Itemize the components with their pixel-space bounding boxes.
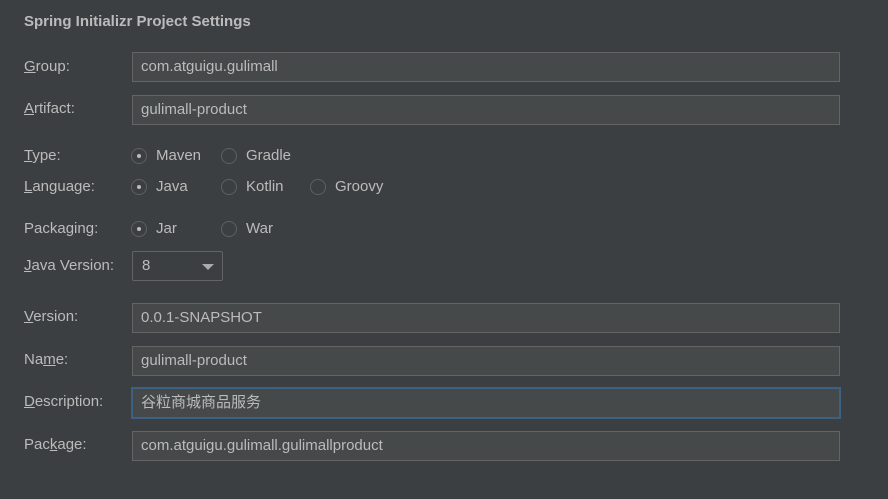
mnemonic: V [24, 308, 34, 325]
mnemonic: G [24, 58, 36, 75]
radio-icon [221, 148, 237, 164]
packaging-label: Packaging: [24, 219, 98, 239]
java-version-value: 8 [142, 257, 151, 274]
type-label: Type: [24, 146, 61, 166]
artifact-label: Artifact: [24, 99, 75, 119]
radio-label: Jar [156, 220, 177, 237]
mnemonic: m [43, 351, 56, 368]
label-part: ava Version: [31, 257, 115, 274]
label-part: Packa [24, 220, 66, 237]
mnemonic: g [65, 220, 75, 237]
radio-label: Groovy [335, 178, 384, 195]
name-label: Name: [24, 350, 68, 370]
radio-label: Maven [156, 147, 202, 164]
label-part: anguage: [32, 178, 95, 195]
radio-selected-icon [131, 148, 147, 164]
package-label: Package: [24, 435, 87, 455]
version-label: Version: [24, 307, 78, 327]
radio-icon [221, 179, 237, 195]
label-part: Pac [24, 436, 50, 453]
package-input[interactable] [132, 431, 840, 461]
mnemonic: A [24, 100, 35, 117]
label-part: ing: [74, 220, 99, 237]
version-input[interactable] [132, 303, 840, 333]
label-part: e: [55, 351, 69, 368]
radio-selected-icon [131, 179, 147, 195]
java-version-label: Java Version: [24, 256, 114, 276]
artifact-input[interactable] [132, 95, 840, 125]
radio-maven[interactable]: Maven [131, 146, 201, 166]
radio-gradle[interactable]: Gradle [221, 146, 291, 166]
radio-selected-icon [131, 221, 147, 237]
radio-jar[interactable]: Jar [131, 219, 177, 239]
label-part: rtifact: [34, 100, 75, 117]
radio-label: Gradle [246, 147, 292, 164]
dialog-title: Spring Initializr Project Settings [24, 13, 251, 30]
radio-icon [310, 179, 326, 195]
radio-kotlin[interactable]: Kotlin [221, 177, 284, 197]
radio-label: Java [156, 178, 188, 195]
label-part: ype: [32, 147, 61, 164]
radio-java[interactable]: Java [131, 177, 188, 197]
name-input[interactable] [132, 346, 840, 376]
description-input[interactable] [131, 387, 841, 419]
group-input[interactable] [132, 52, 840, 82]
description-label: Description: [24, 392, 103, 412]
label-part: Na [24, 351, 44, 368]
chevron-down-icon [202, 264, 214, 270]
radio-war[interactable]: War [221, 219, 273, 239]
mnemonic: D [24, 393, 35, 410]
language-label: Language: [24, 177, 95, 197]
label-part: roup: [35, 58, 70, 75]
label-part: ersion: [33, 308, 79, 325]
radio-label: Kotlin [246, 178, 284, 195]
mnemonic: J [24, 257, 32, 274]
group-label: Group: [24, 57, 70, 77]
java-version-dropdown[interactable]: 8 [132, 251, 223, 281]
label-part: age: [57, 436, 87, 453]
radio-icon [221, 221, 237, 237]
label-part: escription: [34, 393, 104, 410]
radio-label: War [246, 220, 273, 237]
radio-groovy[interactable]: Groovy [310, 177, 383, 197]
